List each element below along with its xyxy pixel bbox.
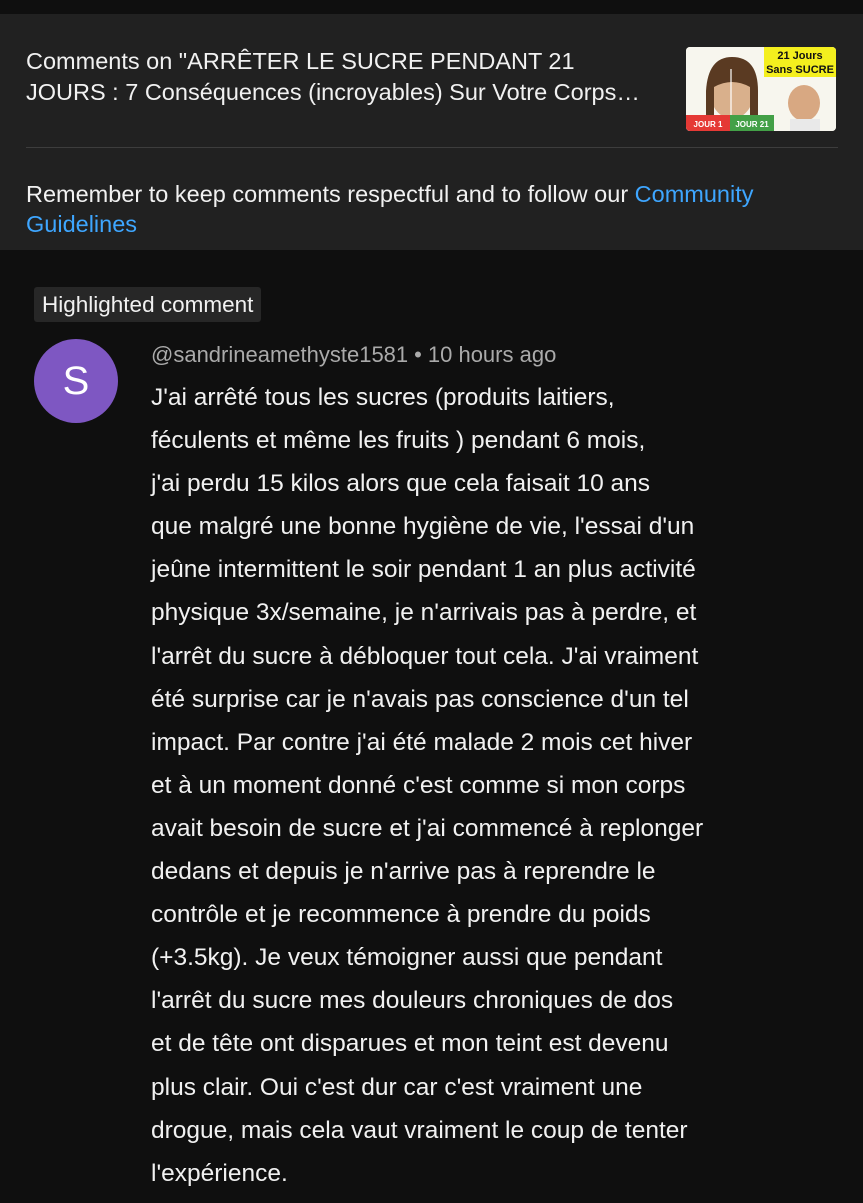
comment-line: que malgré une bonne hygiène de vie, l'e… <box>151 513 695 541</box>
header-divider <box>26 147 838 148</box>
video-thumbnail[interactable]: 21 Jours Sans SUCRE JOUR 1 JOUR 21 <box>686 47 836 131</box>
comment-time[interactable]: 10 hours ago <box>428 342 556 367</box>
comments-title: Comments on "ARRÊTER LE SUCRE PENDANT 21… <box>26 46 666 108</box>
comment-line: et de tête ont disparues et mon teint es… <box>151 1030 669 1058</box>
highlighted-comment-badge: Highlighted comment <box>34 287 262 322</box>
comment-line: contrôle et je recommence à prendre du p… <box>151 901 651 929</box>
comments-title-line-1: Comments on "ARRÊTER LE SUCRE PENDANT 21 <box>26 48 575 74</box>
comment-line: j'ai perdu 15 kilos alors que cela faisa… <box>151 470 651 498</box>
comment-line: l'expérience. <box>151 1159 288 1187</box>
thumbnail-image: 21 Jours Sans SUCRE JOUR 1 JOUR 21 <box>686 47 836 131</box>
comment-line: physique 3x/semaine, je n'arrivais pas à… <box>151 599 697 627</box>
comments-title-line-2: JOURS : 7 Conséquences (incroyables) Sur… <box>26 79 640 105</box>
meta-separator: • <box>414 342 422 367</box>
comment-line: J'ai arrêté tous les sucres (produits la… <box>151 384 615 411</box>
avatar[interactable]: S <box>34 339 118 423</box>
guidelines-text: Remember to keep comments respectful and… <box>26 181 635 207</box>
comment-meta: @sandrineamethyste1581 • 10 hours ago <box>151 340 556 370</box>
comment-line: et à un moment donné c'est comme si mon … <box>151 771 686 799</box>
comment-line: plus clair. Oui c'est dur car c'est vrai… <box>151 1073 643 1101</box>
comment-line: (+3.5kg). Je veux témoigner aussi que pe… <box>151 944 663 972</box>
community-guidelines-link-part-2: Guidelines <box>26 211 138 237</box>
comments-header: Comments on "ARRÊTER LE SUCRE PENDANT 21… <box>0 14 863 250</box>
comment-line: impact. Par contre j'ai été malade 2 moi… <box>151 728 693 756</box>
comment-line: drogue, mais cela vaut vraiment le coup … <box>151 1116 688 1144</box>
comment-line: l'arrêt du sucre mes douleurs chroniques… <box>151 987 674 1015</box>
comment-line: avait besoin de sucre et j'ai commencé à… <box>151 814 704 842</box>
comment-line: jeûne intermittent le soir pendant 1 an … <box>151 556 696 584</box>
comment-line: féculents et même les fruits ) pendant 6… <box>151 427 646 455</box>
thumbnail-tag-left: JOUR 1 <box>694 120 723 129</box>
status-strip <box>0 0 863 14</box>
comment-line: dedans et depuis je n'arrive pas à repre… <box>151 858 656 886</box>
thumbnail-tag-right: JOUR 21 <box>735 120 769 129</box>
thumbnail-badge-line-2: Sans SUCRE <box>766 64 834 76</box>
community-guidelines-notice: Remember to keep comments respectful and… <box>26 179 836 239</box>
comment-text: J'ai arrêté tous les sucres (produits la… <box>151 376 831 1195</box>
comment-line: l'arrêt du sucre à débloquer tout cela. … <box>151 642 699 670</box>
comment-author[interactable]: @sandrineamethyste1581 <box>151 342 408 367</box>
comment-line: été surprise car je n'avais pas conscien… <box>151 685 689 713</box>
community-guidelines-link-part-1: Community <box>634 181 754 207</box>
thumbnail-badge-line-1: 21 Jours <box>777 50 822 62</box>
